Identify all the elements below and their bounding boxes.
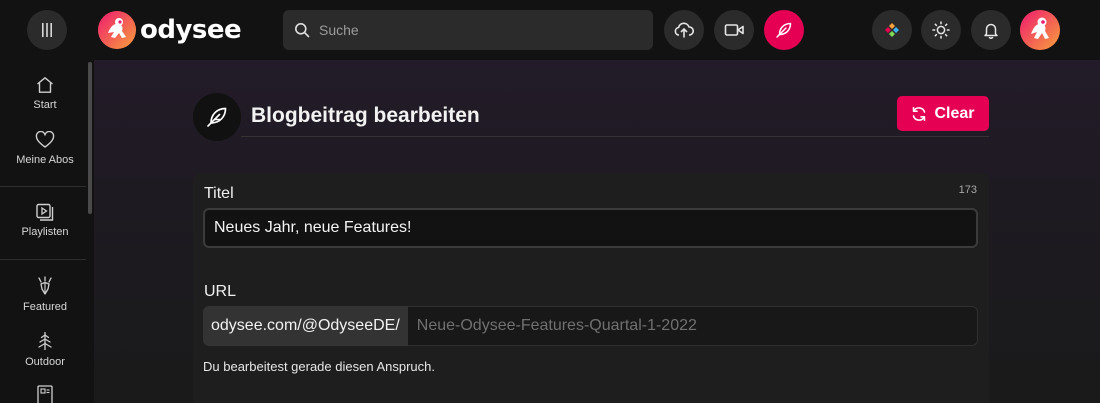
search-input[interactable] bbox=[319, 22, 639, 38]
refresh-icon bbox=[911, 106, 927, 122]
sidebar-item-news[interactable] bbox=[0, 385, 90, 403]
logo-text: odysee bbox=[140, 15, 242, 45]
newspaper-icon bbox=[35, 385, 55, 403]
user-avatar[interactable] bbox=[1020, 10, 1060, 50]
heart-icon bbox=[35, 131, 55, 149]
sidebar-item-start[interactable]: Start bbox=[0, 76, 90, 111]
clear-button-label: Clear bbox=[934, 104, 975, 122]
feather-icon bbox=[775, 21, 793, 39]
notifications-button[interactable] bbox=[971, 10, 1011, 50]
sidebar-item-label: Meine Abos bbox=[16, 154, 74, 166]
menu-icon bbox=[40, 22, 54, 38]
sidebar-item-label: Featured bbox=[22, 301, 68, 313]
search-bar[interactable] bbox=[283, 10, 653, 50]
odysee-logo[interactable]: odysee bbox=[98, 11, 242, 49]
url-prefix: odysee.com/@OdyseeDE/ bbox=[203, 306, 408, 346]
menu-button[interactable] bbox=[27, 10, 67, 50]
url-field: odysee.com/@OdyseeDE/ bbox=[203, 306, 978, 346]
logo-mark-icon bbox=[98, 11, 136, 49]
url-label: URL bbox=[204, 283, 237, 300]
featured-icon bbox=[35, 276, 55, 296]
sidebar-divider bbox=[0, 186, 86, 187]
upload-button[interactable] bbox=[664, 10, 704, 50]
sidebar-divider bbox=[0, 259, 86, 260]
sidebar-item-label: Outdoor bbox=[25, 356, 65, 368]
apps-icon bbox=[884, 22, 900, 38]
search-icon bbox=[294, 22, 310, 38]
title-label: Titel bbox=[204, 185, 234, 202]
bell-icon bbox=[982, 21, 1000, 39]
playlist-icon bbox=[35, 203, 55, 221]
theme-toggle-button[interactable] bbox=[921, 10, 961, 50]
sidebar-item-label: Start bbox=[33, 99, 57, 111]
post-button[interactable] bbox=[764, 10, 804, 50]
video-icon bbox=[724, 22, 744, 38]
upload-icon bbox=[674, 21, 694, 39]
sun-icon bbox=[932, 21, 950, 39]
sidebar-item-playlisten[interactable]: Playlisten bbox=[0, 203, 90, 238]
help-text: Du bearbeitest gerade diesen Anspruch. bbox=[203, 359, 435, 374]
url-input[interactable] bbox=[407, 306, 978, 346]
title-input[interactable] bbox=[203, 208, 978, 248]
apps-button[interactable] bbox=[872, 10, 912, 50]
top-header: odysee bbox=[0, 0, 1100, 60]
sidebar-item-featured[interactable]: Featured bbox=[0, 276, 90, 313]
character-counter: 173 bbox=[958, 184, 977, 196]
sidebar-item-label: Playlisten bbox=[21, 226, 69, 238]
sidebar-item-outdoor[interactable]: Outdoor bbox=[0, 331, 90, 368]
clear-button[interactable]: Clear bbox=[897, 96, 989, 131]
page-title: Blogbeitrag bearbeiten bbox=[251, 104, 480, 127]
go-live-button[interactable] bbox=[714, 10, 754, 50]
feather-icon bbox=[205, 105, 229, 129]
title-divider bbox=[241, 136, 989, 137]
tree-icon bbox=[35, 331, 55, 351]
page-header-icon bbox=[193, 93, 241, 141]
home-icon bbox=[35, 76, 55, 94]
sidebar-item-meine-abos[interactable]: Meine Abos bbox=[0, 131, 90, 166]
